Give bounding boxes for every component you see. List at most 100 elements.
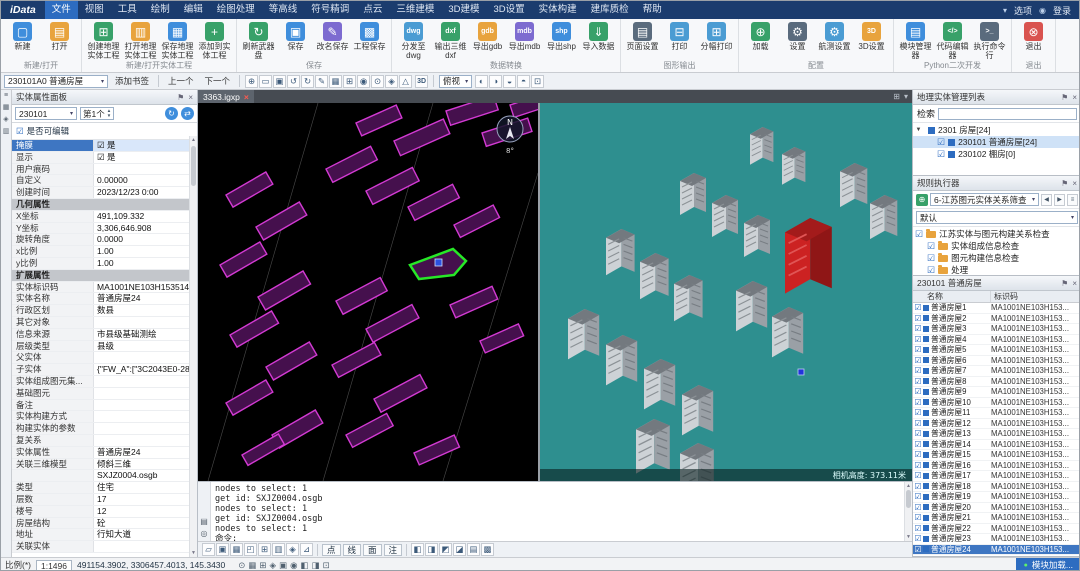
- prev-button[interactable]: 上一个: [164, 75, 198, 87]
- row-checkbox[interactable]: ☑: [913, 524, 923, 533]
- toolbar-icon[interactable]: ⊡: [531, 75, 544, 88]
- property-value[interactable]: ☑ 是: [94, 140, 189, 151]
- row-checkbox[interactable]: ☑: [913, 324, 923, 333]
- row-checkbox[interactable]: ☑: [913, 429, 923, 438]
- property-row[interactable]: 子实体 {"FW_A":["3C2043E0-2897-...: [12, 364, 189, 376]
- property-value[interactable]: MA1001NE103H15351422...: [94, 282, 189, 293]
- next-rule-button[interactable]: ▶: [1054, 194, 1065, 206]
- entity-row[interactable]: ☑ 普通房屋17 MA1001NE103H153...: [913, 471, 1080, 482]
- rule-checkbox[interactable]: ☑: [927, 241, 935, 252]
- column-code[interactable]: 标识码: [991, 291, 1080, 302]
- ribbon-button[interactable]: ▥ 打开地理实体工程: [122, 21, 159, 61]
- scrollbar[interactable]: ▲▼: [189, 136, 197, 557]
- entity-row[interactable]: ☑ 普通房屋18 MA1001NE103H153...: [913, 482, 1080, 493]
- add-bookmark-button[interactable]: 添加书签: [111, 75, 153, 87]
- ribbon-button[interactable]: ⚙ 航测设置: [816, 21, 853, 61]
- property-row[interactable]: 复关系: [12, 435, 189, 447]
- rule-item[interactable]: ☑ ⚙ 图元构建信息检查: [913, 252, 1080, 264]
- entity-row[interactable]: ☑ 普通房屋11 MA1001NE103H153...: [913, 408, 1080, 419]
- search-input[interactable]: [938, 108, 1077, 120]
- scrollbar[interactable]: ▲▼: [904, 482, 912, 541]
- row-checkbox[interactable]: ☑: [913, 303, 923, 312]
- snap-toggle-icon[interactable]: ▩: [481, 543, 494, 556]
- rule-combo[interactable]: 6-江苏图元实体关系筛查 ▾: [930, 193, 1039, 206]
- entity-row[interactable]: ☑ 普通房屋20 MA1001NE103H153...: [913, 503, 1080, 514]
- row-checkbox[interactable]: ☑: [913, 335, 923, 344]
- rule-checkbox[interactable]: ☑: [915, 229, 923, 240]
- ribbon-button[interactable]: ⊕ 加载: [742, 21, 779, 61]
- property-value[interactable]: [94, 541, 189, 552]
- entity-row[interactable]: ☑ 普通房屋19 MA1001NE103H153...: [913, 492, 1080, 503]
- toolbar-icon[interactable]: ↺: [287, 75, 300, 88]
- property-value[interactable]: [94, 352, 189, 363]
- toolbar-icon[interactable]: ◒: [503, 75, 516, 88]
- status-toggle-icon[interactable]: ⊡: [323, 560, 330, 571]
- property-row[interactable]: 旋转角度 0.0000: [12, 234, 189, 246]
- property-value[interactable]: 倾斜三维: [94, 459, 189, 470]
- row-checkbox[interactable]: ☑: [913, 471, 923, 480]
- entity-row[interactable]: ☑ 普通房屋15 MA1001NE103H153...: [913, 450, 1080, 461]
- sync-button[interactable]: ⇄: [181, 107, 194, 120]
- ribbon-button[interactable]: ↻ 刷新武器盘: [240, 21, 277, 61]
- property-value[interactable]: [94, 411, 189, 422]
- menu-item[interactable]: 绘图处理: [210, 1, 262, 19]
- ribbon-button[interactable]: ▤ 打开: [41, 21, 78, 61]
- menu-item[interactable]: 文件: [45, 1, 78, 19]
- row-checkbox[interactable]: ☑: [913, 545, 923, 554]
- property-row[interactable]: 创建时间 2023/12/23 0:00: [12, 187, 189, 199]
- tab-close-icon[interactable]: ×: [244, 92, 249, 102]
- property-row[interactable]: 父实体: [12, 352, 189, 364]
- draw-tool-icon[interactable]: ▦: [230, 543, 243, 556]
- property-value[interactable]: SXJZ0004.osgb: [94, 470, 189, 481]
- row-checkbox[interactable]: ☑: [913, 377, 923, 386]
- editable-checkbox-row[interactable]: ☑ 是否可编辑: [12, 123, 197, 140]
- command-side-icon[interactable]: ▤: [200, 517, 208, 526]
- strip-icon[interactable]: ▥: [3, 127, 10, 135]
- tree-item[interactable]: ☑ 230101 普通房屋[24]: [913, 136, 1080, 148]
- row-checkbox[interactable]: ☑: [913, 314, 923, 323]
- snap-toggle-icon[interactable]: ◧: [411, 543, 424, 556]
- column-name[interactable]: 名称: [913, 291, 991, 302]
- property-value[interactable]: 491,109.332: [94, 211, 189, 222]
- property-row[interactable]: 行政区划 数县: [12, 305, 189, 317]
- draw-tool-icon[interactable]: ▣: [216, 543, 229, 556]
- selection-marker-3d[interactable]: [798, 369, 804, 375]
- menu-item[interactable]: 三维建模: [389, 1, 441, 19]
- status-toggle-icon[interactable]: ▦: [248, 560, 256, 571]
- property-value[interactable]: 0.00000: [94, 175, 189, 186]
- rule-item[interactable]: ☑ ⚙ 处理: [913, 264, 1080, 276]
- property-value[interactable]: [94, 317, 189, 328]
- ribbon-button[interactable]: ⊞ 创建地理实体工程: [85, 21, 122, 61]
- menu-item[interactable]: 编辑: [177, 1, 210, 19]
- row-checkbox[interactable]: ☑: [913, 398, 923, 407]
- command-side-icon[interactable]: ◎: [201, 529, 208, 538]
- snap-toggle-icon[interactable]: ◨: [425, 543, 438, 556]
- draw-tool-icon[interactable]: ▥: [272, 543, 285, 556]
- property-value[interactable]: [94, 164, 189, 175]
- ribbon-button[interactable]: ▣ 保存: [277, 21, 314, 61]
- row-checkbox[interactable]: ☑: [913, 482, 923, 491]
- property-row[interactable]: 自定义 0.00000: [12, 175, 189, 187]
- snap-toggle-icon[interactable]: ▤: [467, 543, 480, 556]
- row-checkbox[interactable]: ☑: [913, 492, 923, 501]
- property-value[interactable]: 2023/12/23 0:00: [94, 187, 189, 198]
- property-value[interactable]: 市县级基础测绘: [94, 329, 189, 340]
- menu-item[interactable]: 工具: [111, 1, 144, 19]
- property-row[interactable]: 楼号 12: [12, 506, 189, 518]
- property-row[interactable]: 用户痕码: [12, 164, 189, 176]
- tree-checkbox[interactable]: ☑: [937, 149, 945, 160]
- property-row[interactable]: 信息来源 市县级基础测绘: [12, 329, 189, 341]
- ribbon-button[interactable]: gdb 导出gdb: [469, 21, 506, 61]
- toolbar-icon[interactable]: ◑: [489, 75, 502, 88]
- close-icon[interactable]: ×: [1072, 179, 1077, 188]
- property-value[interactable]: 数县: [94, 305, 189, 316]
- entity-row[interactable]: ☑ 普通房屋2 MA1001NE103H153...: [913, 314, 1080, 325]
- toolbar-icon[interactable]: △: [399, 75, 412, 88]
- property-row[interactable]: 关联三维模型 倾斜三维: [12, 459, 189, 471]
- property-row[interactable]: 备注: [12, 400, 189, 412]
- entity-row[interactable]: ☑ 普通房屋24 MA1001NE103H153...: [913, 545, 1080, 556]
- 3d-mode-button[interactable]: 3D: [415, 75, 428, 88]
- property-value[interactable]: [94, 376, 189, 387]
- chevron-down-icon[interactable]: ▾: [1003, 6, 1007, 15]
- property-row[interactable]: 层级类型 县级: [12, 341, 189, 353]
